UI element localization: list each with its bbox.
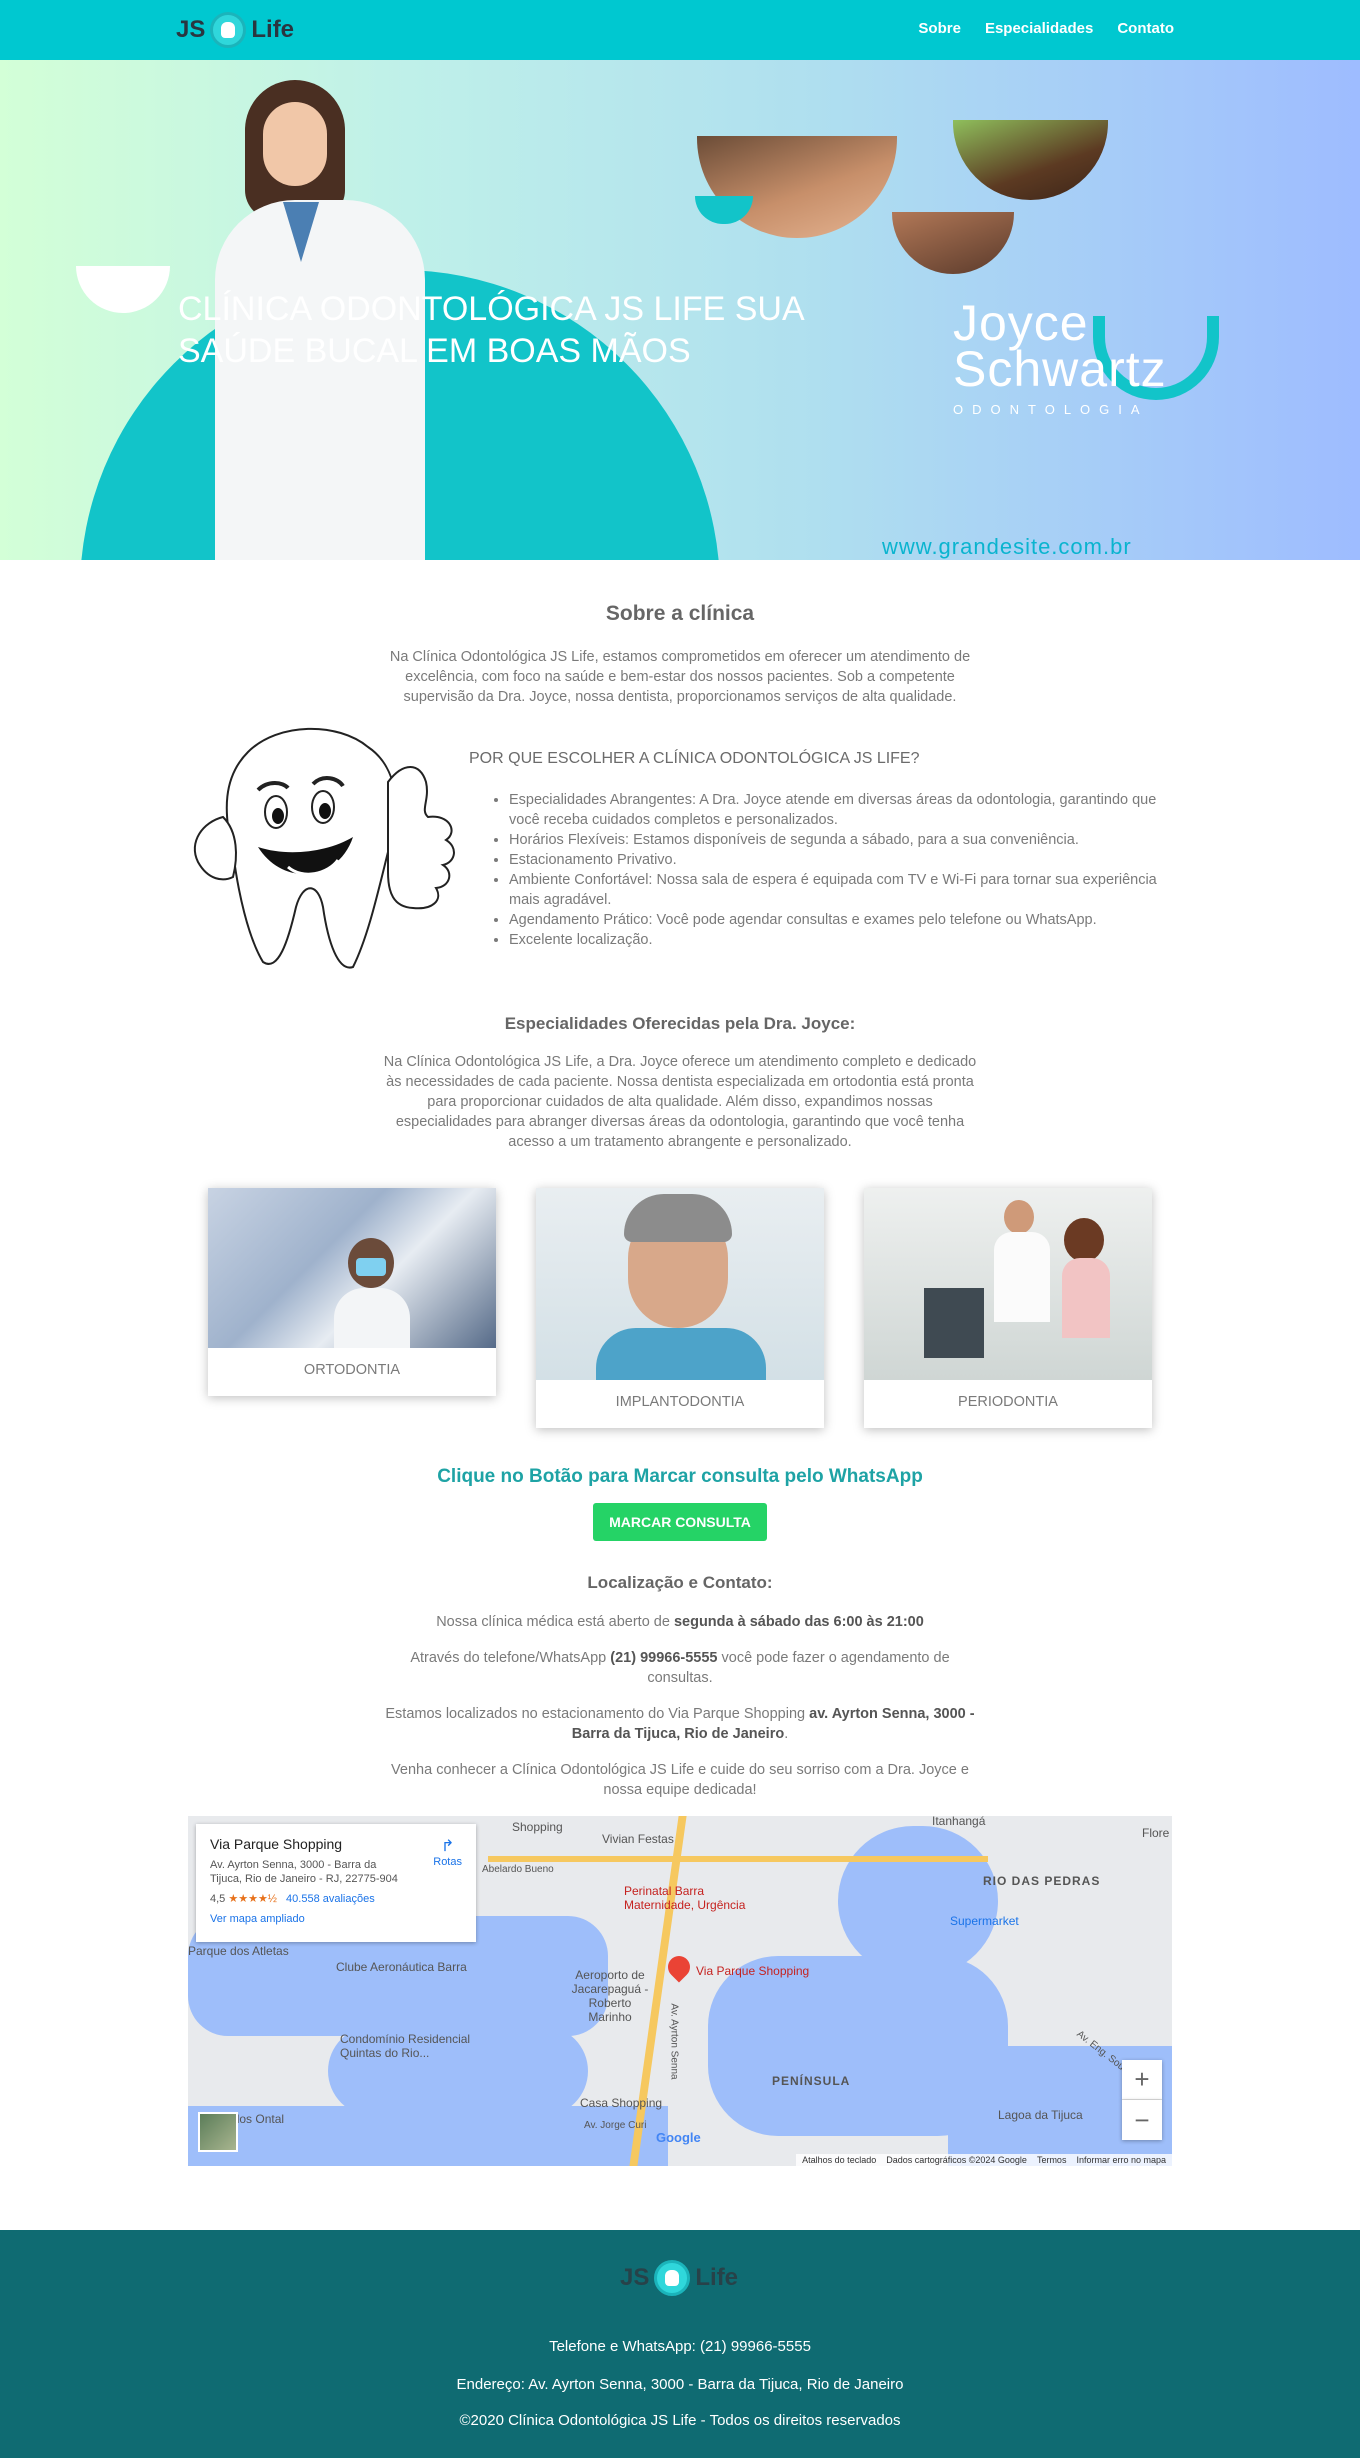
- specialties-title: Especialidades Oferecidas pela Dra. Joyc…: [504, 1014, 856, 1033]
- map-label: Condomínio Residencial Quintas do Rio...: [340, 2032, 471, 2060]
- map-directions-button[interactable]: ↱ Rotas: [433, 1836, 462, 1868]
- footer-phone: Telefone e WhatsApp: (21) 99966-5555: [549, 2338, 811, 2355]
- schedule-appointment-button[interactable]: MARCAR CONSULTA: [593, 1503, 767, 1541]
- logo-text-life: Life: [251, 16, 295, 43]
- smiling-girl-photo: [892, 212, 1014, 274]
- specialty-card-ortodontia[interactable]: ORTODONTIA: [208, 1188, 496, 1396]
- map-attribution: Atalhos do teclado Dados cartográficos ©…: [796, 2154, 1172, 2166]
- contact-phone: Através do telefone/WhatsApp (21) 99966-…: [410, 1650, 950, 1686]
- hero-website: www.grandesite.com.br: [882, 534, 1132, 559]
- tooth-logo-icon: [654, 2260, 691, 2296]
- map-place-card: Via Parque Shopping Av. Ayrton Senna, 30…: [196, 1824, 476, 1942]
- map-zoom-out-button[interactable]: −: [1122, 2100, 1162, 2140]
- contact-hours: Nossa clínica médica está aberto de segu…: [436, 1614, 924, 1630]
- nav-link-contato[interactable]: Contato: [1117, 20, 1174, 37]
- footer: JS Life Telefone e WhatsApp: (21) 99966-…: [0, 2230, 1360, 2458]
- map-label: Lagoa da Tijuca: [998, 2108, 1083, 2122]
- terms-link[interactable]: Termos: [1037, 2155, 1067, 2165]
- hero-banner: CLÍNICA ODONTOLÓGICA JS LIFE SUA SAÚDE B…: [0, 60, 1360, 560]
- nav-link-especialidades[interactable]: Especialidades: [985, 20, 1093, 37]
- map-label: Itanhangá: [932, 1816, 986, 1828]
- map-label: Parque dos Atletas: [188, 1944, 289, 1958]
- map-label: Abelardo Bueno: [482, 1864, 554, 1875]
- list-item: Especialidades Abrangentes: A Dra. Joyce…: [509, 790, 1174, 830]
- map-label: RIO DAS PEDRAS: [983, 1874, 1101, 1888]
- footer-address: Endereço: Av. Ayrton Senna, 3000 - Barra…: [456, 2376, 904, 2393]
- why-choose-title: POR QUE ESCOLHER A CLÍNICA ODONTOLÓGICA …: [469, 750, 920, 767]
- about-title: Sobre a clínica: [605, 602, 755, 625]
- hero-title: CLÍNICA ODONTOLÓGICA JS LIFE SUA SAÚDE B…: [178, 290, 803, 370]
- cta-title: Clique no Botão para Marcar consulta pel…: [437, 1466, 923, 1487]
- map-rating: 4,5: [210, 1893, 226, 1905]
- map-label: Aeroporto de Jacarepaguá - Roberto Marin…: [571, 1968, 649, 2024]
- map-label: Supermarket: [950, 1914, 1019, 1928]
- directions-icon: ↱: [440, 1838, 455, 1855]
- smiling-man-photo: [953, 120, 1108, 200]
- tooth-mascot-illustration: [193, 727, 455, 969]
- about-text: Na Clínica Odontológica JS Life, estamos…: [389, 649, 971, 705]
- card-label: IMPLANTODONTIA: [615, 1394, 745, 1410]
- list-item: Horários Flexíveis: Estamos disponíveis …: [509, 830, 1174, 850]
- ortodontia-photo: [208, 1188, 496, 1348]
- map-label: Flore: [1142, 1826, 1170, 1840]
- list-item: Estacionamento Privativo.: [509, 850, 1174, 870]
- map-label: Av. Ayrton Senna: [668, 2003, 680, 2080]
- logo[interactable]: JS Life: [176, 10, 294, 50]
- list-item: Agendamento Prático: Você pode agendar c…: [509, 910, 1174, 930]
- map-label: Perinatal Barra Maternidade, Urgência: [624, 1884, 746, 1912]
- map-reviews-link[interactable]: 40.558 avaliações: [286, 1893, 375, 1905]
- brand-subtitle: ODONTOLOGIA: [953, 402, 1149, 417]
- brand-name-line1: Joyce: [953, 295, 1089, 351]
- hero-white-semicircle: [76, 266, 170, 313]
- contact-title: Localização e Contato:: [587, 1573, 773, 1592]
- map-satellite-toggle[interactable]: [198, 2112, 238, 2152]
- implantodontia-photo: [536, 1188, 824, 1380]
- map-place-address: Av. Ayrton Senna, 3000 - Barra da Tijuca…: [210, 1859, 398, 1885]
- specialty-card-implantodontia[interactable]: IMPLANTODONTIA: [536, 1188, 824, 1428]
- map-label: Av. Jorge Curi: [584, 2120, 647, 2131]
- contact-closing: Venha conhecer a Clínica Odontológica JS…: [391, 1762, 969, 1798]
- list-item: Excelente localização.: [509, 930, 1174, 950]
- report-error-link[interactable]: Informar erro no mapa: [1076, 2155, 1166, 2165]
- specialty-card-periodontia[interactable]: PERIODONTIA: [864, 1188, 1152, 1428]
- map-pin-icon[interactable]: [663, 1951, 695, 1983]
- main-menu: Sobre Especialidades Contato: [918, 20, 1174, 37]
- brand-name-line2: Schwartz: [953, 341, 1167, 397]
- tooth-logo-icon: [210, 12, 247, 48]
- top-navbar: JS Life Sobre Especialidades Contato: [0, 0, 1360, 60]
- card-label: ORTODONTIA: [303, 1362, 401, 1378]
- map-label: Vivian Festas: [602, 1832, 674, 1846]
- nav-link-sobre[interactable]: Sobre: [918, 20, 961, 37]
- map-zoom-in-button[interactable]: +: [1122, 2060, 1162, 2100]
- periodontia-photo: [864, 1188, 1152, 1380]
- map-label: Clube Aeronáutica Barra: [336, 1960, 467, 1974]
- map-larger-link[interactable]: Ver mapa ampliado: [210, 1913, 462, 1925]
- specialties-text: Na Clínica Odontológica JS Life, a Dra. …: [383, 1054, 977, 1150]
- map-label: Via Parque Shopping: [696, 1964, 810, 1978]
- list-item: Ambiente Confortável: Nossa sala de espe…: [509, 870, 1174, 910]
- brand-logo: Joyce Schwartz ODONTOLOGIA: [953, 295, 1167, 417]
- footer-copyright: ©2020 Clínica Odontológica JS Life - Tod…: [459, 2412, 901, 2429]
- star-rating-icon: ★★★★½: [228, 1893, 277, 1905]
- map-label: PENÍNSULA: [772, 2074, 851, 2088]
- card-label: PERIODONTIA: [958, 1394, 1058, 1410]
- footer-logo[interactable]: JS Life: [620, 2260, 738, 2296]
- map-place-name: Via Parque Shopping: [210, 1836, 343, 1852]
- keyboard-shortcuts-link[interactable]: Atalhos do teclado: [802, 2155, 876, 2165]
- embedded-map[interactable]: Via Parque Shopping Av. Ayrton Senna, 30…: [188, 1816, 1172, 2166]
- google-logo: Google: [656, 2130, 701, 2145]
- map-label: Shopping: [512, 1820, 563, 1834]
- why-choose-list: Especialidades Abrangentes: A Dra. Joyce…: [509, 790, 1174, 950]
- logo-text-js: JS: [176, 16, 206, 43]
- contact-address: Estamos localizados no estacionamento do…: [385, 1706, 975, 1742]
- map-data-credit: Dados cartográficos ©2024 Google: [886, 2155, 1027, 2165]
- map-label: Casa Shopping: [580, 2096, 663, 2110]
